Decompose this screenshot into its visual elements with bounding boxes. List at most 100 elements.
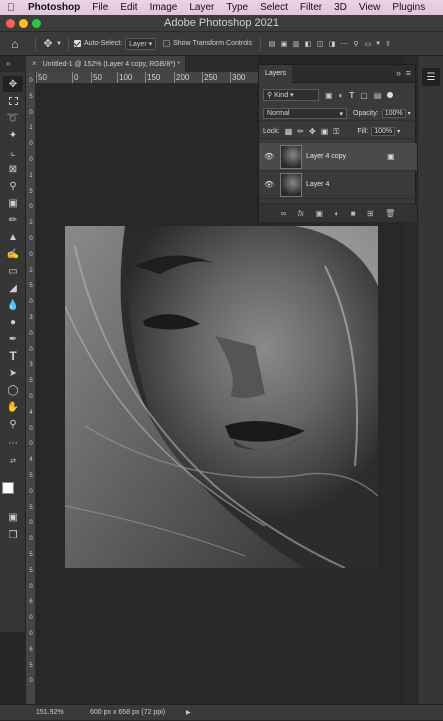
pixel-filter-icon[interactable]: ▣	[325, 91, 333, 100]
lock-artboard-icon[interactable]: ▣	[321, 127, 329, 136]
transform-controls-checkbox[interactable]	[163, 40, 171, 47]
collapse-icon[interactable]: »	[6, 59, 10, 68]
crop-tool-icon[interactable]: ⌞	[3, 144, 23, 160]
menu-photoshop[interactable]: Photoshop	[22, 0, 86, 15]
home-icon[interactable]: ⌂	[0, 37, 30, 51]
visibility-eye-icon[interactable]: 👁	[264, 180, 274, 190]
menu-view[interactable]: View	[353, 0, 387, 15]
ruler-tick: 0	[29, 236, 33, 242]
filter-kind-dropdown[interactable]: ⚲ Kind ▾	[263, 89, 319, 101]
adjustment-icon[interactable]: ◐	[334, 209, 339, 218]
mask-icon[interactable]: ▣	[315, 209, 323, 218]
blend-mode-dropdown[interactable]: Normal ▾	[263, 108, 347, 119]
more-tools-icon[interactable]: ⋯	[3, 435, 23, 451]
align-right-icon[interactable]: ◨	[326, 40, 338, 48]
zoom-tool-icon[interactable]: ⚲	[3, 416, 23, 432]
chevron-down-icon[interactable]: ▾	[397, 128, 400, 135]
history-brush-tool-icon[interactable]: ✍	[3, 246, 23, 262]
layer-row[interactable]: 👁 Layer 4 copy ▣	[259, 143, 417, 171]
auto-select-dropdown[interactable]: Layer ▾	[125, 37, 157, 50]
screen-mode-icon[interactable]: ❐	[3, 527, 23, 543]
menu-plugins[interactable]: Plugins	[386, 0, 431, 15]
share-icon[interactable]: ⇧	[382, 40, 394, 48]
eraser-tool-icon[interactable]: ▭	[3, 263, 23, 279]
workspace-icon[interactable]: ▭	[362, 40, 374, 48]
stamp-tool-icon[interactable]: ▲	[3, 229, 23, 245]
layer-row[interactable]: 👁 Layer 4	[259, 171, 417, 199]
gradient-tool-icon[interactable]: ◢	[3, 280, 23, 296]
marquee-tool-icon[interactable]	[3, 93, 23, 109]
chevron-down-icon[interactable]: ▼	[374, 41, 382, 47]
swap-colors-icon[interactable]: ⇄	[3, 453, 23, 469]
fx-icon[interactable]: fx	[298, 209, 304, 218]
close-tab-icon[interactable]: ×	[32, 59, 37, 68]
dodge-tool-icon[interactable]: ●	[3, 314, 23, 330]
filter-toggle-icon[interactable]	[387, 92, 394, 98]
align-vcenter-icon[interactable]: ▣	[278, 40, 290, 48]
align-hcenter-icon[interactable]: ◫	[314, 40, 326, 48]
menu-filter[interactable]: Filter	[294, 0, 328, 15]
new-layer-icon[interactable]: ⊞	[367, 209, 374, 218]
lock-all-icon[interactable]: ⚿	[333, 127, 339, 137]
collapse-panel-icon[interactable]: »	[396, 68, 401, 78]
pen-tool-icon[interactable]: ✒	[3, 331, 23, 347]
lock-paint-icon[interactable]: ✏	[297, 127, 304, 136]
lock-position-icon[interactable]: ✥	[309, 127, 316, 136]
visibility-eye-icon[interactable]: 👁	[264, 152, 274, 162]
fill-input[interactable]: 100%	[371, 127, 396, 136]
healing-brush-tool-icon[interactable]: ▣	[3, 195, 23, 211]
blur-tool-icon[interactable]: 💧	[3, 297, 23, 313]
move-tool-icon[interactable]: ✥	[3, 76, 23, 92]
zoom-window-button[interactable]	[32, 19, 41, 28]
quick-mask-icon[interactable]: ▣	[3, 509, 23, 525]
more-options-icon[interactable]: ⋯	[338, 40, 350, 48]
shape-filter-icon[interactable]: ▢	[360, 91, 368, 100]
chevron-down-icon[interactable]: ▾	[408, 110, 411, 117]
align-left-icon[interactable]: ◧	[302, 40, 314, 48]
layers-panel-icon[interactable]: ☰	[422, 68, 440, 86]
menu-image[interactable]: Image	[144, 0, 184, 15]
document-tab[interactable]: × Untitled-1 @ 152% (Layer 4 copy, RGB/8…	[26, 56, 186, 72]
align-top-icon[interactable]: ▤	[266, 40, 278, 48]
layers-tab[interactable]: Layers	[259, 65, 293, 83]
hand-tool-icon[interactable]: ✋	[3, 399, 23, 415]
adjustment-filter-icon[interactable]: ◐	[339, 91, 344, 100]
lasso-tool-icon[interactable]: ➰	[3, 110, 23, 126]
menu-edit[interactable]: Edit	[114, 0, 143, 15]
type-filter-icon[interactable]: T	[349, 91, 354, 100]
chevron-down-icon[interactable]: ▼	[55, 41, 63, 47]
menu-3d[interactable]: 3D	[328, 0, 353, 15]
path-selection-tool-icon[interactable]: ➤	[3, 365, 23, 381]
opacity-input[interactable]: 100%	[381, 109, 406, 118]
menu-type[interactable]: Type	[220, 0, 254, 15]
type-tool-icon[interactable]: T	[3, 348, 23, 364]
layer-thumbnail	[280, 145, 302, 169]
lock-row: Lock: ▦ ✏ ✥ ▣ ⚿ Fill: 100% ▾	[259, 125, 417, 139]
brush-tool-icon[interactable]: ✏	[3, 212, 23, 228]
minimize-window-button[interactable]	[19, 19, 28, 28]
folder-icon[interactable]: ■	[351, 209, 356, 218]
foreground-color-swatch[interactable]	[2, 482, 14, 494]
trash-icon[interactable]: 🗑	[385, 209, 395, 218]
lock-transparent-icon[interactable]: ▦	[285, 127, 293, 136]
zoom-level[interactable]: 151.92%	[36, 705, 64, 721]
apple-icon[interactable]: 	[0, 2, 22, 14]
eyedropper-tool-icon[interactable]: ⚲	[3, 178, 23, 194]
move-tool-icon[interactable]: ✥	[41, 37, 55, 50]
menu-file[interactable]: File	[86, 0, 114, 15]
ruler-tick: 5	[29, 378, 33, 385]
auto-select-checkbox[interactable]	[74, 40, 81, 47]
chevron-right-icon[interactable]: ▶	[186, 705, 191, 721]
smart-object-filter-icon[interactable]: ▤	[374, 91, 382, 100]
frame-tool-icon[interactable]: ⊠	[3, 161, 23, 177]
ruler-tick: 0	[29, 425, 33, 432]
link-icon[interactable]: ∞	[281, 209, 287, 218]
menu-select[interactable]: Select	[254, 0, 294, 15]
search-icon[interactable]: ⚲	[350, 40, 362, 48]
menu-layer[interactable]: Layer	[183, 0, 220, 15]
close-window-button[interactable]	[6, 19, 15, 28]
magic-wand-tool-icon[interactable]: ✦	[3, 127, 23, 143]
ellipse-tool-icon[interactable]: ◯	[3, 382, 23, 398]
align-bottom-icon[interactable]: ▥	[290, 40, 302, 48]
panel-menu-icon[interactable]: ≡	[406, 68, 411, 78]
